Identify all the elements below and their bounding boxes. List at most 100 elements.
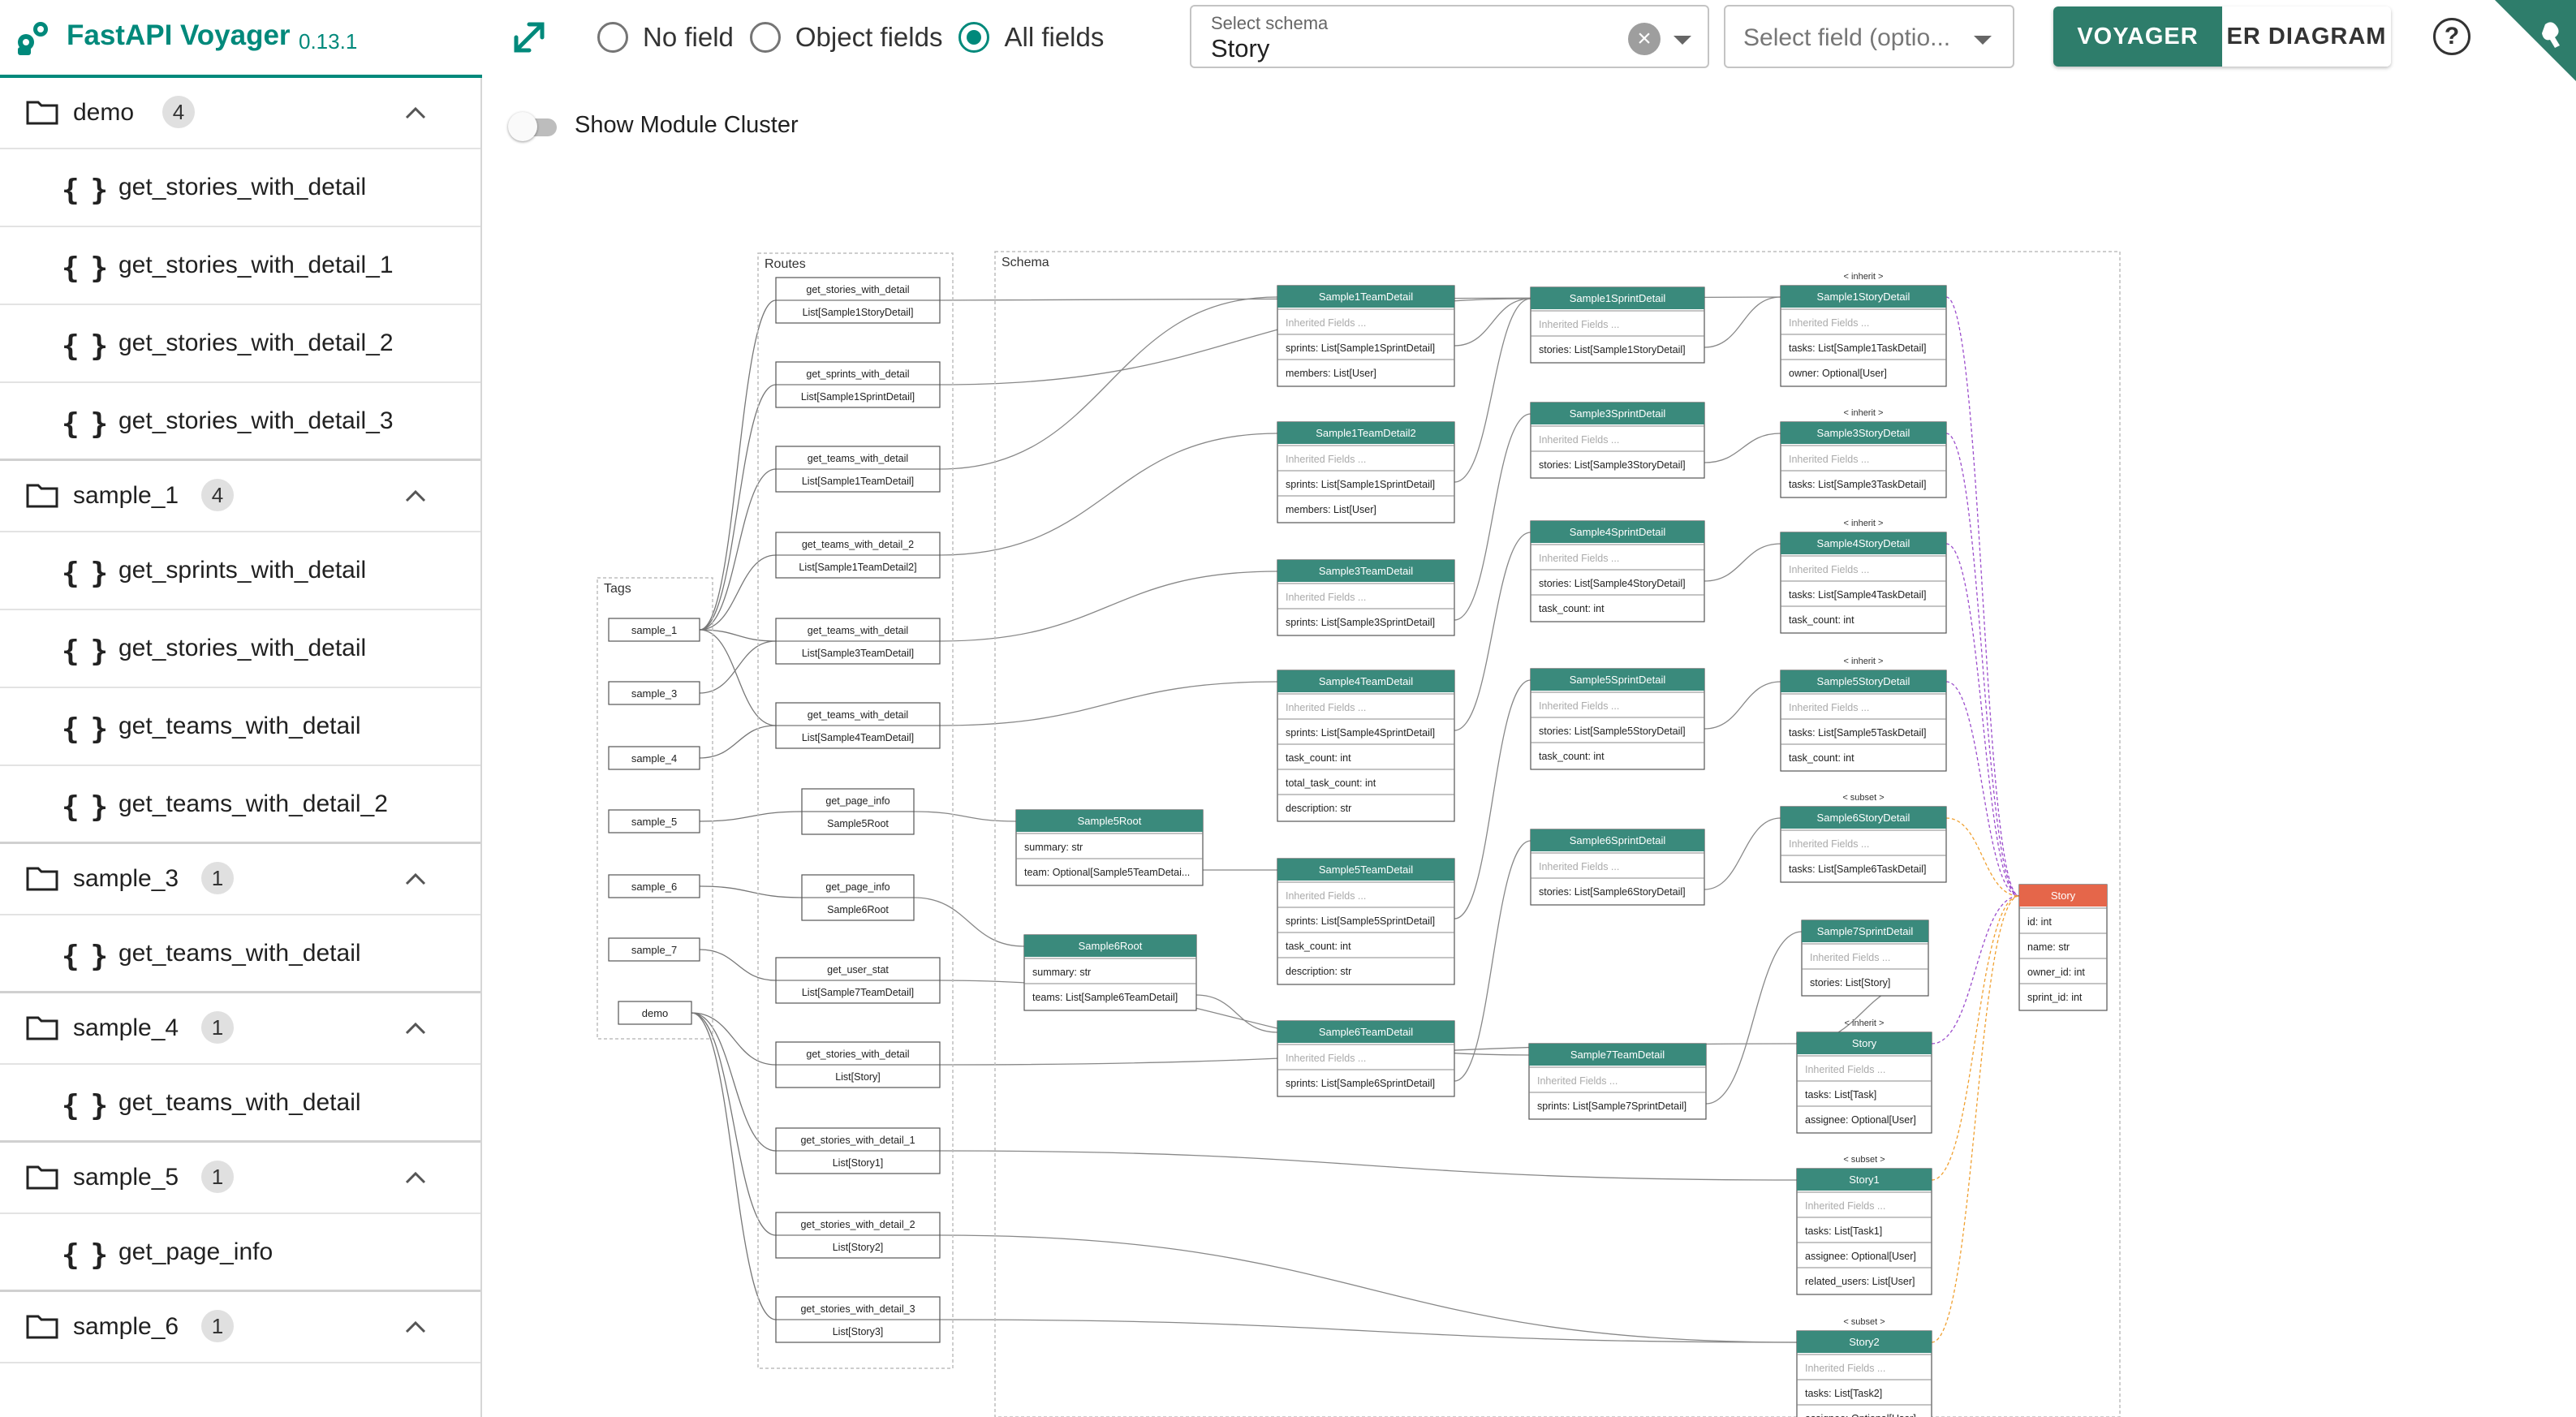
chevron-up-icon[interactable] — [404, 1021, 427, 1036]
sidebar-route-item[interactable]: { } get_page_info — [0, 1214, 480, 1292]
schema-node[interactable]: Sample3SprintDetail Inherited Fields ... s… — [1530, 402, 1705, 479]
route-node[interactable]: get_teams_with_detail List[Sample4TeamDet… — [775, 702, 941, 749]
schema-node[interactable]: Sample4TeamDetail Inherited Fields ... spr… — [1277, 670, 1455, 822]
sidebar-group-sample-5[interactable]: sample_5 1 — [0, 1143, 480, 1214]
schema-node[interactable]: Sample1SprintDetail Inherited Fields ... s… — [1530, 286, 1705, 364]
route-node[interactable]: get_user_stat List[Sample7TeamDetail] — [775, 957, 941, 1004]
tag-node[interactable]: sample_7 — [608, 937, 700, 962]
route-return-type: List[Story1] — [833, 1157, 884, 1169]
er-diagram-tab-button[interactable]: ER DIAGRAM — [2222, 6, 2391, 67]
schema-title: Sample7SprintDetail — [1817, 925, 1914, 937]
voyager-tab-button[interactable]: VOYAGER — [2053, 6, 2222, 67]
schema-title: Story — [2051, 889, 2076, 902]
route-node[interactable]: get_stories_with_detail_3 List[Story3] — [775, 1296, 941, 1343]
sidebar-route-item[interactable]: { } get_stories_with_detail — [0, 149, 480, 227]
schema-node[interactable]: Sample1TeamDetail Inherited Fields ... spr… — [1277, 285, 1455, 387]
sidebar-route-item[interactable]: { } get_stories_with_detail_2 — [0, 305, 480, 383]
sidebar-route-item[interactable]: { } get_teams_with_detail_2 — [0, 766, 480, 844]
clear-icon[interactable]: × — [1628, 23, 1661, 55]
tag-node[interactable]: sample_1 — [608, 618, 700, 642]
route-node[interactable]: get_teams_with_detail List[Sample1TeamDet… — [775, 446, 941, 493]
route-node[interactable]: get_stories_with_detail List[Story] — [775, 1041, 941, 1088]
fullscreen-expand-icon[interactable] — [508, 16, 550, 58]
chevron-up-icon[interactable] — [404, 872, 427, 886]
inherited-fields-row: Inherited Fields ... — [1539, 700, 1619, 712]
tag-node[interactable]: demo — [618, 1001, 692, 1025]
sidebar-route-item[interactable]: { } get_stories_with_detail — [0, 610, 480, 688]
schema-node[interactable]: Sample6SprintDetail Inherited Fields ... s… — [1530, 829, 1705, 906]
chevron-up-icon[interactable] — [404, 106, 427, 120]
schema-node[interactable]: Sample4SprintDetail Inherited Fields ... s… — [1530, 520, 1705, 622]
sidebar-route-item[interactable]: { } get_teams_with_detail — [0, 915, 480, 993]
sidebar-route-item[interactable]: { } get_sprints_with_detail — [0, 532, 480, 610]
help-icon[interactable]: ? — [2433, 18, 2470, 55]
route-node[interactable]: get_teams_with_detail_2 List[Sample1TeamD… — [775, 532, 941, 579]
schema-node[interactable]: Sample4StoryDetail Inherited Fields ... ta… — [1780, 519, 1947, 634]
schema-node[interactable]: Sample1StoryDetail Inherited Fields ... ta… — [1780, 272, 1947, 387]
sidebar-route-item[interactable]: { } get_stories_with_detail_1 — [0, 227, 480, 305]
route-node[interactable]: get_page_info Sample6Root — [801, 874, 915, 921]
tag-node[interactable]: sample_5 — [608, 809, 700, 833]
dropdown-caret-icon[interactable] — [1674, 36, 1691, 45]
group-name: demo — [73, 99, 135, 126]
schema-title: Sample3StoryDetail — [1817, 427, 1910, 439]
schema-node[interactable]: Sample5SprintDetail Inherited Fields ... s… — [1530, 668, 1705, 770]
schema-node[interactable]: Sample7SprintDetail Inherited Fields ... s… — [1801, 920, 1929, 997]
tag-node[interactable]: sample_6 — [608, 874, 700, 898]
radio-no-field[interactable]: No field — [597, 22, 734, 53]
schema-title: Sample5Root — [1078, 815, 1142, 827]
schema-node[interactable]: Sample6StoryDetail Inherited Fields ... ta… — [1780, 793, 1947, 883]
chevron-up-icon[interactable] — [404, 1170, 427, 1185]
chevron-up-icon[interactable] — [404, 489, 427, 503]
schema-node[interactable]: Story2 Inherited Fields ... tasks: List[Ta… — [1796, 1317, 1932, 1417]
schema-node[interactable]: Sample3StoryDetail Inherited Fields ... ta… — [1780, 408, 1947, 498]
sidebar-group-demo[interactable]: demo 4 — [0, 78, 480, 149]
route-return-type: List[Sample1SprintDetail] — [801, 391, 915, 403]
schema-node[interactable]: Sample1TeamDetail2 Inherited Fields ... sp… — [1277, 421, 1455, 523]
sidebar-group-sample-1[interactable]: sample_1 4 — [0, 461, 480, 532]
schema-field: members: List[User] — [1286, 504, 1376, 515]
sidebar-group-sample-6[interactable]: sample_6 1 — [0, 1292, 480, 1363]
schema-edge — [1454, 840, 1531, 1082]
route-node[interactable]: get_teams_with_detail List[Sample3TeamDet… — [775, 618, 941, 665]
radio-all-fields[interactable]: All fields — [958, 22, 1104, 53]
schema-select[interactable]: Select schema Story × — [1190, 5, 1709, 68]
field-mode-radio-group: No field Object fields All fields — [597, 15, 1120, 60]
sidebar-route-item[interactable]: { } get_teams_with_detail — [0, 1065, 480, 1143]
route-name: get_teams_with_detail — [118, 940, 361, 967]
route-return-type: List[Sample7TeamDetail] — [802, 987, 914, 998]
route-schema-edge — [939, 681, 1278, 726]
route-node[interactable]: get_stories_with_detail_2 List[Story2] — [775, 1212, 941, 1259]
tag-route-edge — [699, 629, 777, 726]
schema-node[interactable]: Sample5Root summary: str team: Optional[Sa… — [1015, 809, 1204, 886]
sidebar-route-item[interactable]: { } get_stories_with_detail_3 — [0, 383, 480, 461]
tag-node[interactable]: sample_4 — [608, 746, 700, 770]
schema-node[interactable]: Story Inherited Fields ... tasks: List[Tas… — [1796, 1019, 1932, 1134]
dropdown-caret-icon[interactable] — [1974, 36, 1992, 45]
route-node[interactable]: get_sprints_with_detail List[Sample1Sprin… — [775, 361, 941, 408]
sidebar-group-sample-3[interactable]: sample_3 1 — [0, 844, 480, 915]
chevron-up-icon[interactable] — [404, 1320, 427, 1334]
route-node[interactable]: get_stories_with_detail List[Sample1Story… — [775, 277, 941, 324]
radio-object-fields[interactable]: Object fields — [749, 22, 942, 53]
schema-node[interactable]: Sample5TeamDetail Inherited Fields ... spr… — [1277, 858, 1455, 985]
field-select[interactable]: Select field (optio... — [1724, 5, 2014, 68]
group-name: sample_1 — [73, 482, 179, 509]
schema-node[interactable]: Sample3TeamDetail Inherited Fields ... spr… — [1277, 559, 1455, 636]
sidebar-group-sample-4[interactable]: sample_4 1 — [0, 993, 480, 1065]
github-corner-icon[interactable] — [2495, 0, 2576, 81]
schema-node[interactable]: Sample7TeamDetail Inherited Fields ... spr… — [1528, 1043, 1707, 1120]
schema-node[interactable]: Sample5StoryDetail Inherited Fields ... ta… — [1780, 657, 1947, 772]
route-node[interactable]: get_stories_with_detail_1 List[Story1] — [775, 1127, 941, 1174]
tag-node[interactable]: sample_3 — [608, 681, 700, 705]
schema-node[interactable]: Story1 Inherited Fields ... tasks: List[Ta… — [1796, 1155, 1932, 1295]
show-module-cluster-switch[interactable] — [508, 112, 560, 141]
schema-node[interactable]: Sample6Root summary: str teams: List[Sampl… — [1023, 934, 1197, 1011]
schema-node[interactable]: Sample6TeamDetail Inherited Fields ... spr… — [1277, 1020, 1455, 1097]
schema-edge — [1704, 817, 1781, 890]
schema-field: task_count: int — [1789, 614, 1854, 626]
sidebar-route-item[interactable]: { } get_teams_with_detail — [0, 688, 480, 766]
relation-tag: < inherit > — [1844, 519, 1884, 528]
target-schema-node[interactable]: Story id: int name: str owner_id: int sprint… — [2018, 884, 2108, 1011]
route-node[interactable]: get_page_info Sample5Root — [801, 788, 915, 835]
